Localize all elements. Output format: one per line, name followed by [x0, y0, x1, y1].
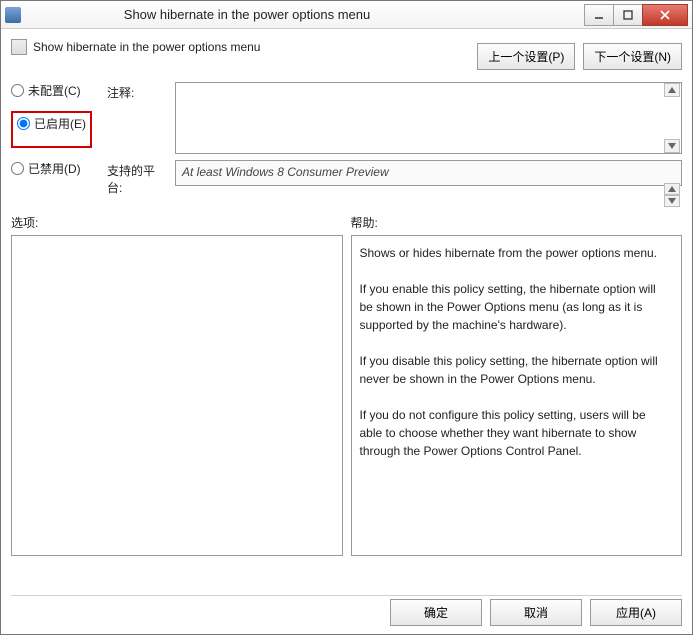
scroll-down-icon[interactable]	[664, 139, 680, 153]
dialog-buttons: 确定 取消 应用(A)	[390, 599, 682, 626]
window-title: Show hibernate in the power options menu	[29, 7, 585, 22]
title-bar: Show hibernate in the power options menu	[1, 1, 692, 29]
radio-disabled-input[interactable]	[11, 162, 24, 175]
supported-label: 支持的平台:	[107, 160, 169, 196]
supported-on-box: At least Windows 8 Consumer Preview	[175, 160, 682, 186]
radio-label: 已启用(E)	[34, 115, 86, 132]
radio-label: 未配置(C)	[28, 82, 81, 99]
scroll-down-icon[interactable]	[664, 195, 680, 207]
apply-button[interactable]: 应用(A)	[590, 599, 682, 626]
cancel-button[interactable]: 取消	[490, 599, 582, 626]
radio-not-configured[interactable]: 未配置(C)	[11, 82, 107, 99]
footer-separator	[11, 595, 682, 596]
radio-enabled-input[interactable]	[17, 117, 30, 130]
ok-button[interactable]: 确定	[390, 599, 482, 626]
close-button[interactable]	[642, 4, 688, 26]
policy-header: Show hibernate in the power options menu	[11, 39, 477, 55]
radio-disabled[interactable]: 已禁用(D)	[11, 160, 107, 177]
policy-icon	[11, 39, 27, 55]
help-label: 帮助:	[351, 214, 683, 231]
options-pane	[11, 235, 343, 556]
radio-not-configured-input[interactable]	[11, 84, 24, 97]
help-pane: Shows or hides hibernate from the power …	[351, 235, 683, 556]
state-radio-group: 未配置(C) 已启用(E) 已禁用(D)	[11, 82, 107, 196]
policy-title: Show hibernate in the power options menu	[33, 40, 260, 54]
comment-textbox[interactable]	[175, 82, 682, 154]
supported-on-text: At least Windows 8 Consumer Preview	[176, 161, 681, 183]
previous-setting-button[interactable]: 上一个设置(P)	[477, 43, 575, 70]
radio-enabled[interactable]: 已启用(E)	[17, 115, 86, 132]
help-text: Shows or hides hibernate from the power …	[352, 236, 682, 468]
radio-enabled-highlight: 已启用(E)	[11, 111, 92, 148]
comment-label: 注释:	[107, 82, 169, 101]
scroll-up-icon[interactable]	[664, 83, 680, 97]
scroll-up-icon[interactable]	[664, 183, 680, 195]
window-controls	[585, 4, 688, 26]
radio-label: 已禁用(D)	[28, 160, 81, 177]
maximize-button[interactable]	[613, 4, 643, 26]
minimize-button[interactable]	[584, 4, 614, 26]
options-label: 选项:	[11, 214, 343, 231]
next-setting-button[interactable]: 下一个设置(N)	[583, 43, 682, 70]
app-icon	[5, 7, 21, 23]
